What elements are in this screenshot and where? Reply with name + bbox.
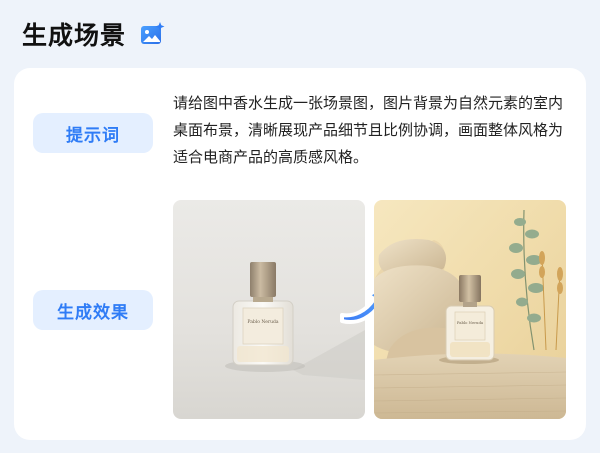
- page-header: 生成场景: [22, 16, 166, 52]
- prompt-label: 提示词: [66, 125, 120, 146]
- after-brand-label: Pablo Neruda: [457, 320, 484, 325]
- content-card: 提示词 请给图中香水生成一张场景图，图片背景为自然元素的室内桌面布景，清晰展现产…: [14, 68, 586, 440]
- after-image: Pablo Neruda: [374, 200, 566, 419]
- page-title: 生成场景: [22, 21, 127, 50]
- magic-image-icon: [141, 22, 165, 44]
- prompt-text: 请给图中香水生成一张场景图，图片背景为自然元素的室内桌面布景，清晰展现产品细节且…: [173, 94, 564, 166]
- before-brand-label: Pablo Neruda: [247, 319, 278, 325]
- result-label: 生成效果: [57, 302, 129, 323]
- result-label-pill: 生成效果: [33, 290, 153, 330]
- prompt-label-pill: 提示词: [33, 113, 153, 153]
